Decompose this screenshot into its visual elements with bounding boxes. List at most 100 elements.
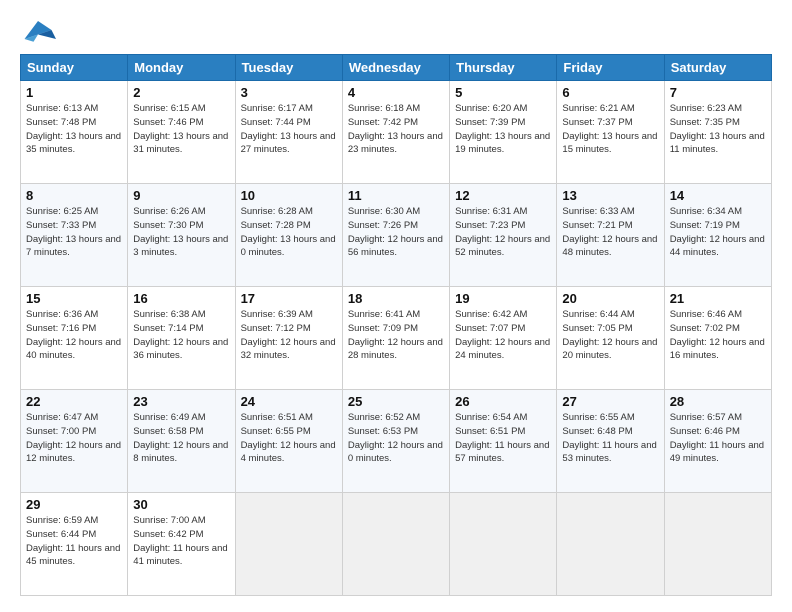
day-info: Sunrise: 6:23 AMSunset: 7:35 PMDaylight:…: [670, 102, 766, 157]
day-number: 14: [670, 188, 766, 203]
calendar-week: 8 Sunrise: 6:25 AMSunset: 7:33 PMDaylight…: [21, 184, 772, 287]
day-number: 23: [133, 394, 229, 409]
logo: [20, 16, 60, 44]
calendar-cell: 4 Sunrise: 6:18 AMSunset: 7:42 PMDaylight…: [342, 81, 449, 184]
day-info: Sunrise: 6:41 AMSunset: 7:09 PMDaylight:…: [348, 308, 444, 363]
day-info: Sunrise: 6:44 AMSunset: 7:05 PMDaylight:…: [562, 308, 658, 363]
day-header: Monday: [128, 55, 235, 81]
day-number: 4: [348, 85, 444, 100]
calendar-cell: 29 Sunrise: 6:59 AMSunset: 6:44 PMDayligh…: [21, 493, 128, 596]
day-number: 22: [26, 394, 122, 409]
day-number: 7: [670, 85, 766, 100]
day-number: 24: [241, 394, 337, 409]
day-info: Sunrise: 6:57 AMSunset: 6:46 PMDaylight:…: [670, 411, 766, 466]
calendar-cell: [450, 493, 557, 596]
day-number: 20: [562, 291, 658, 306]
calendar-cell: 27 Sunrise: 6:55 AMSunset: 6:48 PMDayligh…: [557, 390, 664, 493]
day-number: 16: [133, 291, 229, 306]
calendar-cell: 10 Sunrise: 6:28 AMSunset: 7:28 PMDayligh…: [235, 184, 342, 287]
day-number: 15: [26, 291, 122, 306]
calendar-week: 15 Sunrise: 6:36 AMSunset: 7:16 PMDayligh…: [21, 287, 772, 390]
calendar-cell: 18 Sunrise: 6:41 AMSunset: 7:09 PMDayligh…: [342, 287, 449, 390]
calendar-cell: 25 Sunrise: 6:52 AMSunset: 6:53 PMDayligh…: [342, 390, 449, 493]
calendar-cell: 28Sunrise: 6:57 AMSunset: 6:46 PMDayligh…: [664, 390, 771, 493]
calendar-cell: 14Sunrise: 6:34 AMSunset: 7:19 PMDayligh…: [664, 184, 771, 287]
calendar-week: 1Sunrise: 6:13 AMSunset: 7:48 PMDaylight…: [21, 81, 772, 184]
day-header: Sunday: [21, 55, 128, 81]
day-number: 19: [455, 291, 551, 306]
day-number: 2: [133, 85, 229, 100]
calendar-cell: 21Sunrise: 6:46 AMSunset: 7:02 PMDayligh…: [664, 287, 771, 390]
day-number: 17: [241, 291, 337, 306]
day-header: Friday: [557, 55, 664, 81]
day-info: Sunrise: 6:33 AMSunset: 7:21 PMDaylight:…: [562, 205, 658, 260]
day-number: 26: [455, 394, 551, 409]
day-info: Sunrise: 6:59 AMSunset: 6:44 PMDaylight:…: [26, 514, 122, 569]
day-number: 6: [562, 85, 658, 100]
day-number: 11: [348, 188, 444, 203]
calendar-cell: 19 Sunrise: 6:42 AMSunset: 7:07 PMDayligh…: [450, 287, 557, 390]
day-number: 5: [455, 85, 551, 100]
day-info: Sunrise: 6:54 AMSunset: 6:51 PMDaylight:…: [455, 411, 551, 466]
day-info: Sunrise: 6:42 AMSunset: 7:07 PMDaylight:…: [455, 308, 551, 363]
calendar-cell: 2 Sunrise: 6:15 AMSunset: 7:46 PMDaylight…: [128, 81, 235, 184]
day-info: Sunrise: 6:18 AMSunset: 7:42 PMDaylight:…: [348, 102, 444, 157]
day-number: 29: [26, 497, 122, 512]
calendar-cell: 26 Sunrise: 6:54 AMSunset: 6:51 PMDayligh…: [450, 390, 557, 493]
calendar-cell: 3 Sunrise: 6:17 AMSunset: 7:44 PMDaylight…: [235, 81, 342, 184]
day-info: Sunrise: 7:00 AMSunset: 6:42 PMDaylight:…: [133, 514, 229, 569]
day-number: 12: [455, 188, 551, 203]
day-info: Sunrise: 6:55 AMSunset: 6:48 PMDaylight:…: [562, 411, 658, 466]
calendar-cell: 12 Sunrise: 6:31 AMSunset: 7:23 PMDayligh…: [450, 184, 557, 287]
day-info: Sunrise: 6:46 AMSunset: 7:02 PMDaylight:…: [670, 308, 766, 363]
day-info: Sunrise: 6:39 AMSunset: 7:12 PMDaylight:…: [241, 308, 337, 363]
calendar-cell: 15 Sunrise: 6:36 AMSunset: 7:16 PMDayligh…: [21, 287, 128, 390]
calendar-cell: 23 Sunrise: 6:49 AMSunset: 6:58 PMDayligh…: [128, 390, 235, 493]
day-info: Sunrise: 6:28 AMSunset: 7:28 PMDaylight:…: [241, 205, 337, 260]
day-info: Sunrise: 6:25 AMSunset: 7:33 PMDaylight:…: [26, 205, 122, 260]
logo-icon: [20, 16, 56, 44]
day-number: 25: [348, 394, 444, 409]
day-info: Sunrise: 6:51 AMSunset: 6:55 PMDaylight:…: [241, 411, 337, 466]
header: [20, 16, 772, 44]
day-info: Sunrise: 6:31 AMSunset: 7:23 PMDaylight:…: [455, 205, 551, 260]
day-number: 27: [562, 394, 658, 409]
day-number: 13: [562, 188, 658, 203]
day-info: Sunrise: 6:38 AMSunset: 7:14 PMDaylight:…: [133, 308, 229, 363]
day-info: Sunrise: 6:36 AMSunset: 7:16 PMDaylight:…: [26, 308, 122, 363]
calendar-cell: 13 Sunrise: 6:33 AMSunset: 7:21 PMDayligh…: [557, 184, 664, 287]
calendar-cell: 16 Sunrise: 6:38 AMSunset: 7:14 PMDayligh…: [128, 287, 235, 390]
calendar-cell: [342, 493, 449, 596]
day-info: Sunrise: 6:13 AMSunset: 7:48 PMDaylight:…: [26, 102, 122, 157]
calendar-cell: 5 Sunrise: 6:20 AMSunset: 7:39 PMDaylight…: [450, 81, 557, 184]
calendar-cell: 9Sunrise: 6:26 AMSunset: 7:30 PMDaylight…: [128, 184, 235, 287]
day-info: Sunrise: 6:52 AMSunset: 6:53 PMDaylight:…: [348, 411, 444, 466]
day-number: 30: [133, 497, 229, 512]
day-number: 18: [348, 291, 444, 306]
day-number: 3: [241, 85, 337, 100]
day-header: Saturday: [664, 55, 771, 81]
day-info: Sunrise: 6:17 AMSunset: 7:44 PMDaylight:…: [241, 102, 337, 157]
day-info: Sunrise: 6:47 AMSunset: 7:00 PMDaylight:…: [26, 411, 122, 466]
calendar-cell: [557, 493, 664, 596]
day-header: Thursday: [450, 55, 557, 81]
day-number: 8: [26, 188, 122, 203]
calendar-cell: 8 Sunrise: 6:25 AMSunset: 7:33 PMDaylight…: [21, 184, 128, 287]
calendar-week: 22 Sunrise: 6:47 AMSunset: 7:00 PMDayligh…: [21, 390, 772, 493]
calendar-cell: [664, 493, 771, 596]
days-header-row: SundayMondayTuesdayWednesdayThursdayFrid…: [21, 55, 772, 81]
day-info: Sunrise: 6:49 AMSunset: 6:58 PMDaylight:…: [133, 411, 229, 466]
day-info: Sunrise: 6:21 AMSunset: 7:37 PMDaylight:…: [562, 102, 658, 157]
day-info: Sunrise: 6:20 AMSunset: 7:39 PMDaylight:…: [455, 102, 551, 157]
day-info: Sunrise: 6:15 AMSunset: 7:46 PMDaylight:…: [133, 102, 229, 157]
page: SundayMondayTuesdayWednesdayThursdayFrid…: [0, 0, 792, 612]
calendar-cell: 30 Sunrise: 7:00 AMSunset: 6:42 PMDayligh…: [128, 493, 235, 596]
calendar-cell: 22 Sunrise: 6:47 AMSunset: 7:00 PMDayligh…: [21, 390, 128, 493]
calendar-cell: 6 Sunrise: 6:21 AMSunset: 7:37 PMDaylight…: [557, 81, 664, 184]
calendar-cell: 24 Sunrise: 6:51 AMSunset: 6:55 PMDayligh…: [235, 390, 342, 493]
day-number: 10: [241, 188, 337, 203]
day-header: Wednesday: [342, 55, 449, 81]
day-info: Sunrise: 6:30 AMSunset: 7:26 PMDaylight:…: [348, 205, 444, 260]
calendar: SundayMondayTuesdayWednesdayThursdayFrid…: [20, 54, 772, 596]
day-number: 9: [133, 188, 229, 203]
